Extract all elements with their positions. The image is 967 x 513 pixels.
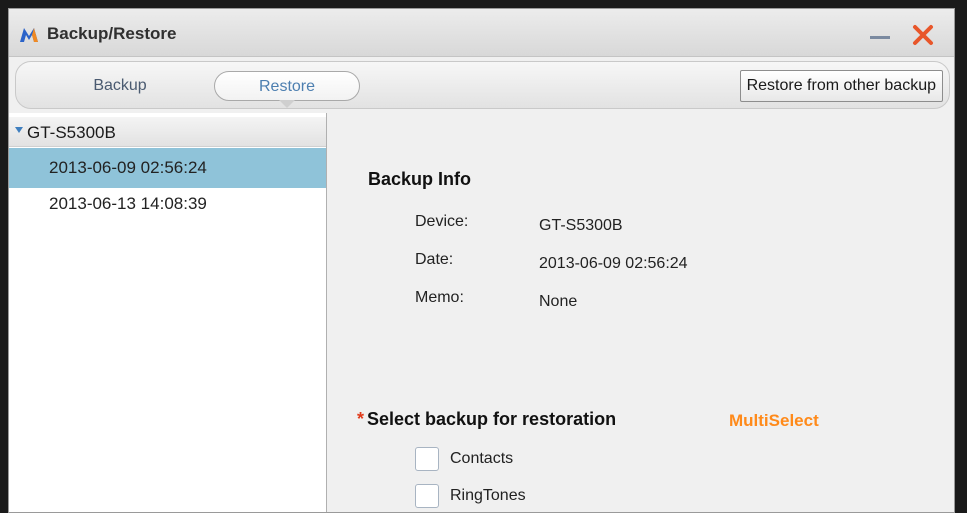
tab-bar: Backup Restore Restore from other backup [15, 61, 950, 109]
date-value: 2013-06-09 02:56:24 [539, 255, 688, 272]
ringtones-checkbox[interactable] [415, 484, 439, 508]
tab-backup[interactable]: Backup [70, 71, 170, 101]
minimize-button[interactable] [868, 23, 892, 45]
contacts-checkbox[interactable] [415, 447, 439, 471]
tree-expanded-arrow-icon[interactable] [14, 125, 24, 135]
contacts-label: Contacts [450, 450, 514, 467]
select-backup-heading: Select backup for restoration [367, 409, 617, 429]
backup-details-panel: Backup Info Device: GT-S5300B Date: 2013… [328, 113, 954, 512]
backup-list-item[interactable]: 2013-06-13 14:08:39 [9, 189, 326, 225]
device-name: GT-S5300B [27, 123, 116, 142]
tab-pointer [279, 100, 295, 108]
tab-restore-label: Restore [258, 78, 316, 95]
title-bar[interactable]: Backup/Restore [9, 9, 954, 57]
close-icon[interactable] [910, 22, 936, 48]
memo-label: Memo: [415, 289, 464, 306]
restore-from-other-backup-button[interactable]: Restore from other backup [739, 70, 943, 102]
backup-info-heading: Backup Info [368, 169, 472, 189]
device-tree-node[interactable]: GT-S5300B [9, 117, 326, 147]
tab-restore[interactable]: Restore [214, 71, 360, 108]
multiselect-link[interactable]: MultiSelect [729, 411, 819, 431]
backup-list-item[interactable]: 2013-06-09 02:56:24 [9, 148, 326, 188]
backup-list-panel: GT-S5300B 2013-06-09 02:56:24 2013-06-13… [9, 113, 327, 512]
date-label: Date: [415, 251, 454, 268]
app-logo-icon [20, 28, 38, 42]
backup-restore-window: Backup/Restore Backup Restore Restore fr… [8, 8, 955, 513]
memo-value: None [539, 293, 578, 310]
required-marker: * [357, 409, 365, 429]
device-label: Device: [415, 213, 469, 230]
ringtones-label: RingTones [450, 487, 526, 504]
device-value: GT-S5300B [539, 217, 623, 234]
window-title: Backup/Restore [47, 24, 177, 43]
